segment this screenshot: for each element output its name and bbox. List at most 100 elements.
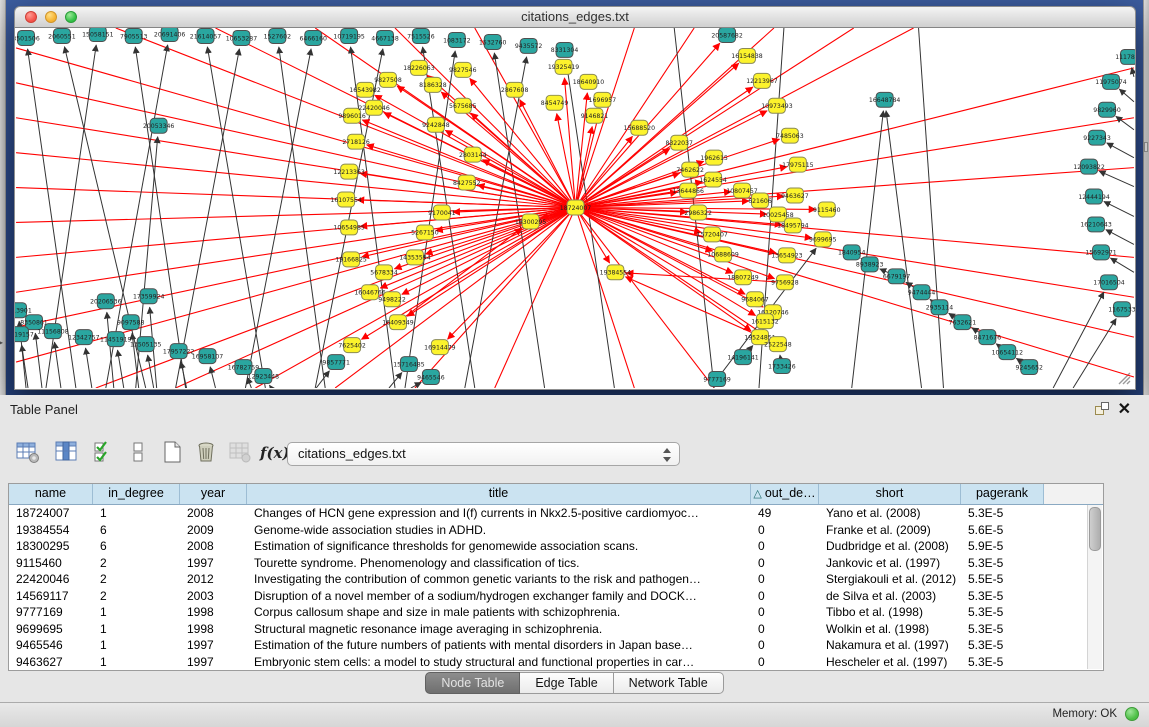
network-node[interactable]: 18640910 [573, 74, 604, 89]
network-node[interactable]: 9829960 [1093, 102, 1121, 117]
network-node[interactable]: 16914479 [424, 340, 455, 355]
network-edge[interactable] [919, 28, 944, 388]
table-vertical-scrollbar[interactable] [1087, 505, 1102, 669]
network-node[interactable]: 20691406 [154, 28, 185, 41]
network-node[interactable]: 10719195 [333, 28, 364, 43]
tab-network-table[interactable]: Network Table [614, 672, 724, 694]
network-node[interactable]: 8322037 [665, 135, 693, 150]
network-edge[interactable] [495, 208, 576, 388]
network-node[interactable]: 10653287 [226, 30, 257, 45]
table-row[interactable]: 946362711997Embryonic stem cells: a mode… [9, 654, 1103, 671]
close-window-button[interactable] [25, 11, 37, 23]
network-node[interactable]: 14196141 [727, 350, 758, 365]
network-edge[interactable] [1110, 258, 1134, 272]
network-node[interactable]: 9699695 [809, 232, 837, 247]
table-row[interactable]: 1830029562008Estimation of significance … [9, 538, 1103, 555]
left-collapse-rail[interactable]: ▸ [0, 0, 6, 395]
tab-edge-table[interactable]: Edge Table [520, 672, 613, 694]
network-node[interactable]: 10654112 [992, 345, 1023, 360]
network-edge[interactable] [575, 168, 1133, 208]
network-node[interactable]: 4667138 [371, 30, 399, 45]
network-edge[interactable] [1099, 171, 1134, 186]
network-edge[interactable] [1106, 230, 1134, 245]
network-edge[interactable] [148, 355, 154, 388]
scrollbar-thumb[interactable] [1089, 507, 1101, 551]
network-node[interactable]: 9777169 [703, 372, 731, 387]
table-selector-dropdown[interactable]: citations_edges.txt [287, 442, 680, 466]
network-node[interactable]: 2867608 [501, 82, 529, 97]
network-edge[interactable] [1107, 143, 1134, 158]
network-node[interactable]: 1083172 [443, 32, 471, 47]
network-edge[interactable] [118, 350, 124, 388]
create-table-button[interactable] [156, 437, 188, 469]
network-edge[interactable] [575, 208, 774, 279]
show-columns-button[interactable] [50, 437, 82, 469]
network-node[interactable]: 16210643 [1080, 217, 1111, 232]
network-node[interactable]: 16648784 [869, 92, 900, 107]
network-node[interactable]: 9474444 [908, 285, 936, 300]
network-node[interactable]: 13505135 [130, 337, 161, 352]
network-node[interactable]: 8454749 [541, 95, 569, 110]
network-node[interactable]: 7485063 [776, 128, 804, 143]
function-builder-button[interactable]: f(x) [258, 437, 290, 469]
network-node[interactable]: 7515526 [407, 28, 435, 43]
network-node[interactable]: 1532760 [479, 34, 507, 49]
network-edge[interactable] [398, 228, 522, 322]
network-node[interactable]: 17957222 [163, 344, 194, 359]
network-edge[interactable] [1053, 292, 1104, 388]
network-edge[interactable] [564, 78, 575, 208]
column-header-out_de[interactable]: △out_de… [751, 484, 819, 504]
window-titlebar[interactable]: citations_edges.txt [14, 6, 1136, 28]
network-node[interactable]: 12213967 [746, 73, 777, 88]
network-node[interactable]: 11451919 [100, 332, 131, 347]
network-edge[interactable] [1104, 201, 1134, 216]
column-header-short[interactable]: short [819, 484, 961, 504]
network-node[interactable]: 1733426 [768, 359, 796, 374]
network-node[interactable]: 15058151 [82, 28, 113, 41]
tab-node-table[interactable]: Node Table [425, 672, 520, 694]
network-node[interactable]: 16154838 [731, 48, 762, 63]
right-rail-handle-icon[interactable] [1144, 142, 1148, 152]
network-canvas[interactable]: 1872400718226063982750881863289827546165… [15, 28, 1135, 388]
column-header-name[interactable]: name [9, 484, 93, 504]
network-edge[interactable] [86, 348, 92, 388]
select-columns-button[interactable] [88, 437, 120, 469]
network-node[interactable]: 20206536 [90, 294, 121, 309]
network-edge[interactable] [575, 68, 1133, 208]
network-edge[interactable] [1073, 319, 1116, 388]
float-panel-button[interactable] [1093, 401, 1111, 419]
table-row[interactable]: 1456911722003Disruption of a novel membe… [9, 588, 1103, 605]
network-node[interactable]: 13644866 [672, 183, 703, 198]
network-node[interactable]: 1527602 [264, 28, 292, 43]
import-table-button[interactable] [224, 437, 256, 469]
row-height-button[interactable] [122, 437, 154, 469]
network-node[interactable]: 16958107 [192, 349, 223, 364]
network-edge[interactable] [575, 208, 781, 225]
network-node[interactable]: 8186328 [419, 77, 447, 92]
network-node[interactable]: 13654923 [771, 248, 802, 263]
network-node[interactable]: 1167533 [1108, 302, 1135, 317]
close-panel-button[interactable]: ✕ [1112, 398, 1137, 420]
network-node[interactable]: 15692971 [1085, 245, 1116, 260]
network-edge[interactable] [54, 342, 60, 388]
zoom-window-button[interactable] [65, 11, 77, 23]
network-node[interactable]: 9857771 [322, 355, 350, 370]
network-node[interactable]: 9463627 [781, 188, 809, 203]
network-node[interactable]: 16107554 [330, 192, 361, 207]
network-edge[interactable] [16, 208, 575, 328]
expand-panel-arrow-icon[interactable]: ▸ [0, 338, 3, 347]
network-node[interactable]: 1117804 [1115, 49, 1135, 64]
network-node[interactable]: 1962615 [700, 150, 728, 165]
network-node[interactable]: 15720407 [696, 227, 727, 242]
network-node[interactable]: 8331304 [551, 42, 579, 57]
network-edge[interactable] [389, 372, 402, 388]
network-node[interactable]: 2935114 [926, 300, 954, 315]
network-node[interactable]: 1624554 [699, 172, 727, 187]
table-settings-button[interactable] [12, 437, 44, 469]
network-edge[interactable] [1119, 89, 1134, 102]
table-row[interactable]: 977716911998Corpus callosum shape and si… [9, 604, 1103, 621]
table-row[interactable]: 1872400712008Changes of HCN gene express… [9, 505, 1103, 522]
network-node[interactable]: 2060551 [48, 28, 76, 43]
network-node[interactable]: 7462622 [676, 162, 704, 177]
network-node[interactable]: 12213363 [333, 164, 364, 179]
